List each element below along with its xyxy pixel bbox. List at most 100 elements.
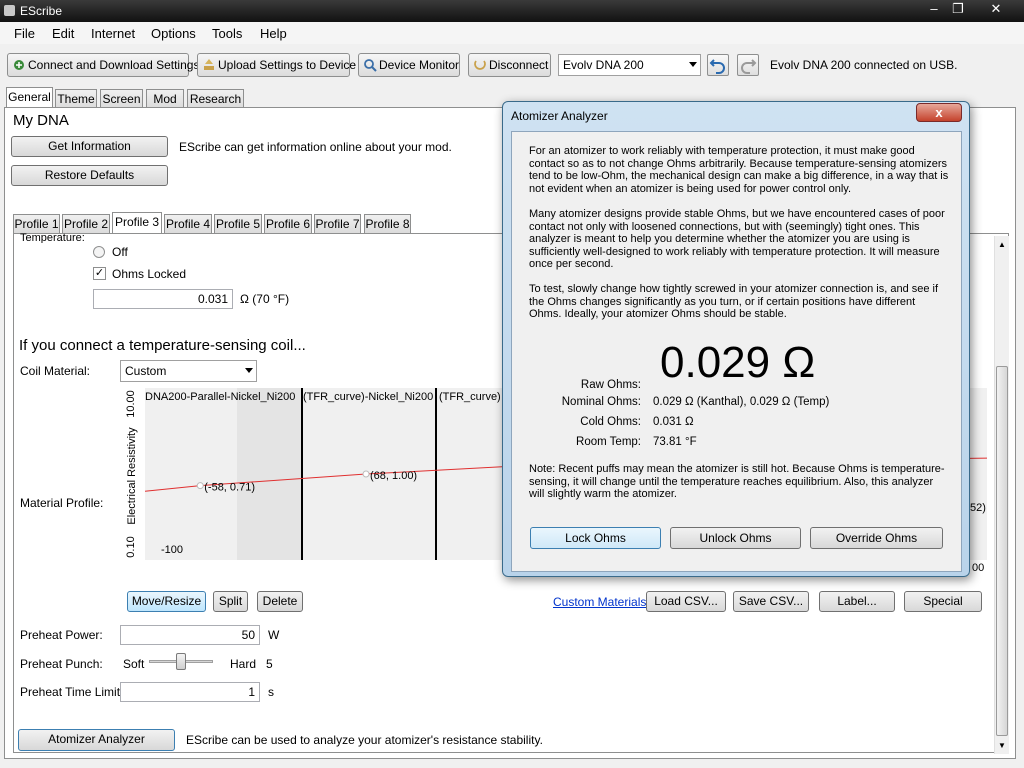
disconnect-icon xyxy=(474,60,486,70)
disconnect-button[interactable]: Disconnect xyxy=(468,53,551,77)
connection-status: Evolv DNA 200 connected on USB. xyxy=(770,58,958,72)
tab-theme[interactable]: Theme xyxy=(55,89,97,109)
chart-point-label: (-58, 0.71) xyxy=(204,482,255,494)
preheat-time-label: Preheat Time Limit: xyxy=(20,685,124,699)
tab-profile-2[interactable]: Profile 2 xyxy=(62,214,110,234)
menu-file[interactable]: File xyxy=(14,26,35,41)
segment-label-2: (TFR_curve)-Nickel_Ni200 xyxy=(303,391,433,403)
split-button[interactable]: Split xyxy=(213,591,248,612)
device-monitor-label: Device Monitor xyxy=(379,58,460,72)
get-information-button[interactable]: Get Information xyxy=(11,136,168,157)
nominal-ohms-value: 0.029 Ω (Kanthal), 0.029 Ω (Temp) xyxy=(653,396,830,408)
segment-label-1: DNA200-Parallel-Nickel_Ni200 xyxy=(145,391,295,403)
scroll-thumb[interactable] xyxy=(996,366,1008,736)
redo-button[interactable] xyxy=(737,54,759,76)
upload-settings-button[interactable]: Upload Settings to Device xyxy=(197,53,356,77)
tab-profile-5[interactable]: Profile 5 xyxy=(214,214,262,234)
redo-icon xyxy=(741,59,757,74)
y-tick-bottom: 0.10 xyxy=(125,536,137,557)
ohms-field[interactable]: 0.031 xyxy=(93,289,233,309)
coil-heading: If you connect a temperature-sensing coi… xyxy=(19,337,306,354)
atomizer-analyzer-button[interactable]: Atomizer Analyzer xyxy=(18,729,175,751)
close-icon[interactable]: x xyxy=(916,103,962,122)
restore-icon[interactable]: ❐ xyxy=(946,0,970,19)
tab-profile-7[interactable]: Profile 7 xyxy=(314,214,361,234)
coil-material-select[interactable]: Custom xyxy=(120,360,257,382)
chart-point[interactable] xyxy=(196,482,204,490)
dialog-body: For an atomizer to work reliably with te… xyxy=(511,131,962,572)
tab-research[interactable]: Research xyxy=(187,89,244,109)
menu-tools[interactable]: Tools xyxy=(212,26,242,41)
y-tick-top: 10.00 xyxy=(125,390,137,418)
cold-ohms-value: 0.031 Ω xyxy=(653,416,694,428)
tab-screen[interactable]: Screen xyxy=(100,89,143,109)
atomizer-analyzer-dialog: Atomizer Analyzer x For an atomizer to w… xyxy=(502,101,970,577)
device-monitor-button[interactable]: Device Monitor xyxy=(358,53,460,77)
preheat-time-unit: s xyxy=(268,685,274,699)
chart-point[interactable] xyxy=(362,470,370,478)
preheat-power-field[interactable]: 50 xyxy=(120,625,260,645)
tab-profile-8[interactable]: Profile 8 xyxy=(364,214,411,234)
chart-point-label: (68, 1.00) xyxy=(370,470,417,482)
coil-material-label: Coil Material: xyxy=(20,364,91,378)
dialog-paragraph-1: For an atomizer to work reliably with te… xyxy=(529,145,949,195)
menu-edit[interactable]: Edit xyxy=(52,26,74,41)
custom-materials-link[interactable]: Custom Materials xyxy=(553,595,646,609)
chart-selected-region xyxy=(237,388,302,560)
room-temp-value: 73.81 °F xyxy=(653,436,697,448)
save-csv-button[interactable]: Save CSV... xyxy=(733,591,809,612)
segment-label-3: (TFR_curve) xyxy=(439,391,501,403)
special-button[interactable]: Special xyxy=(904,591,982,612)
preheat-time-field[interactable]: 1 xyxy=(120,682,260,702)
tab-profile-3[interactable]: Profile 3 xyxy=(112,212,162,234)
temperature-label: Temperature: xyxy=(20,232,85,243)
profile-scrollbar[interactable]: ▲ ▼ xyxy=(994,236,1009,754)
override-ohms-button[interactable]: Override Ohms xyxy=(810,527,943,549)
move-resize-button[interactable]: Move/Resize xyxy=(127,591,206,612)
tab-profile-6[interactable]: Profile 6 xyxy=(264,214,312,234)
menu-help[interactable]: Help xyxy=(260,26,287,41)
tab-profile-1[interactable]: Profile 1 xyxy=(13,214,60,234)
ohms-locked-checkbox[interactable]: ✓ xyxy=(93,267,106,280)
menu-internet[interactable]: Internet xyxy=(91,26,135,41)
device-select[interactable]: Evolv DNA 200 xyxy=(558,54,701,76)
punch-hard-label: Hard xyxy=(230,657,257,671)
off-label: Off xyxy=(112,245,128,259)
load-csv-button[interactable]: Load CSV... xyxy=(646,591,726,612)
get-information-desc: EScribe can get information online about… xyxy=(179,140,452,154)
unlock-ohms-button[interactable]: Unlock Ohms xyxy=(670,527,801,549)
tab-mod[interactable]: Mod xyxy=(146,89,184,109)
material-profile-label: Material Profile: xyxy=(20,496,104,510)
x-tick-right: 00 xyxy=(972,562,985,574)
close-window-icon[interactable]: ✕ xyxy=(971,0,1021,19)
preheat-power-label: Preheat Power: xyxy=(20,628,103,642)
atomizer-analyzer-desc: EScribe can be used to analyze your atom… xyxy=(186,733,543,747)
scroll-up-icon[interactable]: ▲ xyxy=(998,240,1006,249)
menu-options[interactable]: Options xyxy=(151,26,196,41)
off-radio[interactable] xyxy=(93,246,105,258)
toolbar: Connect and Download Settings Upload Set… xyxy=(0,46,1024,84)
connect-download-label: Connect and Download Settings xyxy=(28,58,200,72)
undo-button[interactable] xyxy=(707,54,729,76)
dropdown-arrow-icon xyxy=(689,62,697,67)
minimize-icon[interactable]: ‒ xyxy=(922,0,946,19)
dialog-paragraph-2: Many atomizer designs provide stable Ohm… xyxy=(529,208,945,271)
undo-icon xyxy=(709,59,725,74)
preheat-punch-label: Preheat Punch: xyxy=(20,657,103,671)
connect-download-button[interactable]: Connect and Download Settings xyxy=(7,53,199,77)
scroll-down-icon[interactable]: ▼ xyxy=(998,741,1006,750)
lock-ohms-button[interactable]: Lock Ohms xyxy=(530,527,661,549)
menu-bar: File Edit Internet Options Tools Help xyxy=(0,22,1024,44)
dialog-title: Atomizer Analyzer xyxy=(511,109,608,123)
app-icon xyxy=(4,5,15,16)
tab-general[interactable]: General xyxy=(6,87,53,109)
restore-defaults-button[interactable]: Restore Defaults xyxy=(11,165,168,186)
magnifier-icon xyxy=(364,59,377,72)
cold-ohms-label: Cold Ohms: xyxy=(580,416,641,428)
label-button[interactable]: Label... xyxy=(819,591,895,612)
room-temp-label: Room Temp: xyxy=(576,436,641,448)
delete-button[interactable]: Delete xyxy=(257,591,303,612)
preheat-punch-slider-thumb[interactable] xyxy=(176,653,186,670)
dropdown-arrow-icon xyxy=(245,368,253,373)
tab-profile-4[interactable]: Profile 4 xyxy=(164,214,212,234)
